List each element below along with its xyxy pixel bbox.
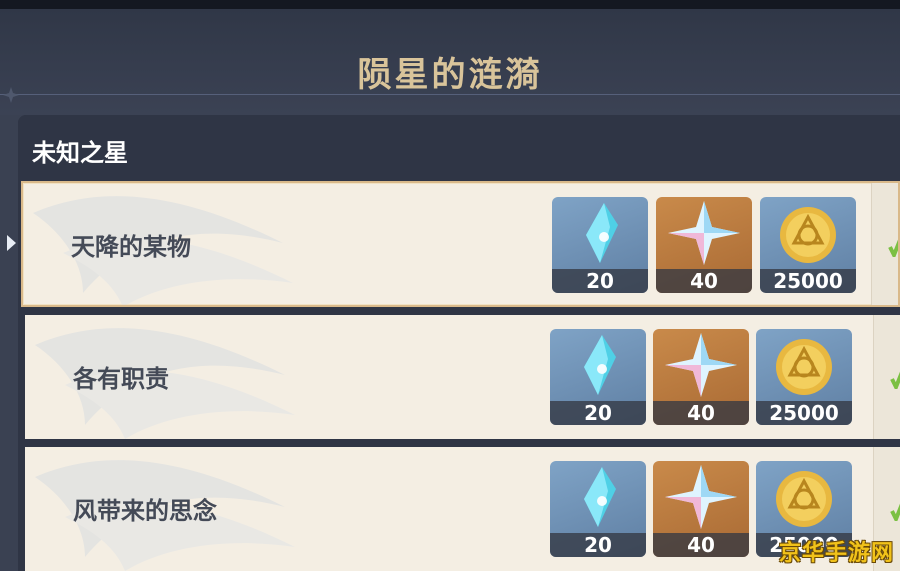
reward-slot[interactable]: 20	[550, 461, 646, 557]
crystal-icon	[584, 467, 616, 527]
crystal-icon	[584, 335, 616, 395]
quest-row[interactable]: 天降的某物 20 40 25000	[21, 181, 900, 307]
primogem-icon	[665, 465, 737, 529]
page-title: 陨星的涟漪	[357, 55, 543, 95]
quest-row[interactable]: 风带来的思念 20 40 25000	[25, 447, 900, 571]
reward-count: 20	[552, 269, 648, 293]
reward-slot[interactable]: 25000	[760, 197, 856, 293]
reward-count: 40	[653, 533, 749, 557]
top-bar	[0, 0, 900, 9]
selection-arrow-icon	[7, 235, 16, 251]
wing-decoration-icon	[35, 328, 295, 439]
header: 陨星的涟漪	[0, 9, 900, 115]
section-title: 未知之星	[32, 139, 128, 167]
reward-count: 20	[550, 401, 646, 425]
check-icon	[890, 371, 900, 389]
reward-count: 20	[550, 533, 646, 557]
crystal-icon	[586, 203, 618, 263]
reward-slot[interactable]: 40	[653, 329, 749, 425]
watermark: 京华手游网	[778, 541, 894, 566]
primogem-icon	[668, 201, 740, 265]
quest-name: 风带来的思念	[73, 497, 217, 525]
primogem-icon	[665, 333, 737, 397]
reward-slot[interactable]: 40	[656, 197, 752, 293]
reward-slot[interactable]: 20	[550, 329, 646, 425]
reward-count: 25000	[760, 269, 856, 293]
quest-name: 各有职责	[73, 365, 169, 393]
reward-count: 40	[656, 269, 752, 293]
check-icon	[890, 503, 900, 521]
mora-icon	[776, 471, 832, 527]
section-header	[18, 115, 900, 181]
quest-name: 天降的某物	[71, 233, 191, 261]
check-icon	[888, 239, 898, 257]
reward-slot[interactable]: 25000	[756, 329, 852, 425]
reward-count: 40	[653, 401, 749, 425]
reward-slot[interactable]: 20	[552, 197, 648, 293]
divider-star-icon	[3, 87, 19, 103]
quest-row[interactable]: 各有职责 20 40 25000	[25, 315, 900, 439]
reward-count: 25000	[756, 401, 852, 425]
mora-icon	[780, 207, 836, 263]
header-divider	[0, 94, 900, 95]
reward-slot[interactable]: 40	[653, 461, 749, 557]
mora-icon	[776, 339, 832, 395]
